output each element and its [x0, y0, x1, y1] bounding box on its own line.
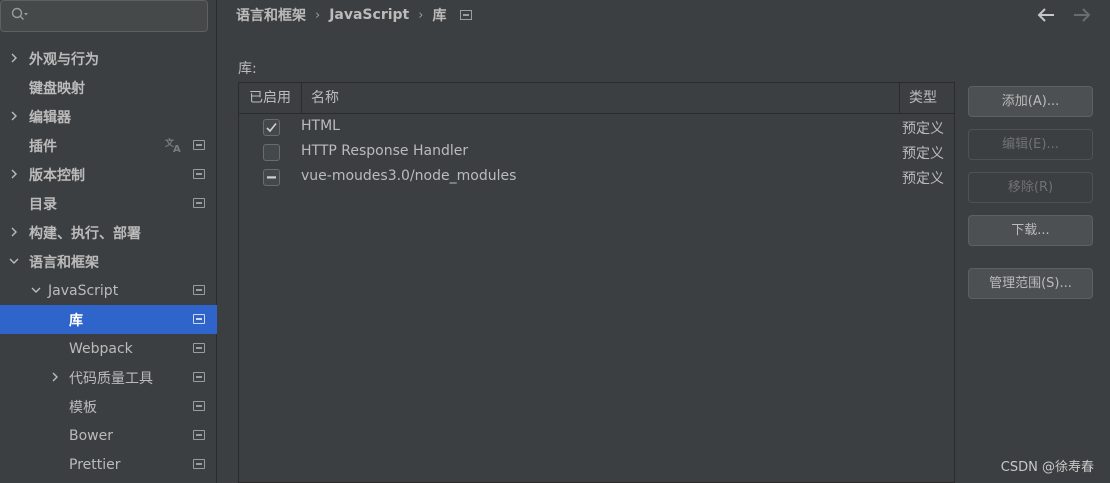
sidebar-item-label: Bower — [69, 427, 113, 444]
sidebar-item-code-quality[interactable]: 代码质量工具 — [0, 363, 217, 392]
manage-scope-button[interactable]: 管理范围(S)... — [968, 268, 1093, 299]
breadcrumb-separator: › — [315, 7, 321, 23]
sidebar-item-label: Webpack — [69, 340, 133, 357]
sidebar-item-label: 外观与行为 — [29, 51, 99, 68]
history-navigation — [1036, 4, 1092, 26]
project-scope-icon — [193, 343, 205, 353]
chevron-right-icon[interactable] — [9, 53, 19, 63]
sidebar-item-javascript[interactable]: JavaScript — [0, 276, 217, 305]
enable-checkbox[interactable] — [263, 144, 280, 161]
section-label: 库: — [238, 61, 257, 77]
table-header: 已启用 名称 类型 — [239, 83, 954, 114]
edit-button[interactable]: 编辑(E)... — [968, 129, 1093, 160]
project-scope-icon — [193, 314, 205, 324]
table-row[interactable]: HTML 预定义 — [239, 115, 954, 140]
sidebar-item-bower[interactable]: Bower — [0, 421, 217, 450]
libraries-table: 已启用 名称 类型 HTML 预定义 HTTP Response Handler… — [238, 82, 955, 483]
sidebar-item-label: 键盘映射 — [29, 80, 85, 97]
chevron-right-icon[interactable] — [9, 111, 19, 121]
sidebar-item-keymap[interactable]: 键盘映射 — [0, 73, 217, 102]
settings-tree: 外观与行为 键盘映射 编辑器 插件 文 A 版本控制 目录 构建、执行、部署 语… — [0, 44, 217, 479]
sidebar-item-label: 插件 — [29, 138, 57, 155]
chevron-right-icon[interactable] — [9, 169, 19, 179]
remove-button[interactable]: 移除(R) — [968, 172, 1093, 203]
project-scope-icon — [193, 459, 205, 469]
back-arrow-icon[interactable] — [1036, 4, 1056, 26]
library-name: vue-moudes3.0/node_modules — [301, 168, 517, 184]
project-scope-icon — [460, 10, 473, 20]
search-field[interactable] — [0, 0, 208, 32]
library-name: HTML — [301, 118, 340, 134]
column-header-name[interactable]: 名称 — [311, 83, 339, 114]
library-type: 预定义 — [902, 146, 944, 162]
svg-text:A: A — [173, 144, 181, 153]
sidebar-item-label: 代码质量工具 — [69, 370, 153, 387]
add-button[interactable]: 添加(A)... — [968, 86, 1093, 117]
library-type: 预定义 — [902, 171, 944, 187]
sidebar-item-label: 语言和框架 — [29, 254, 99, 271]
sidebar-item-prettier[interactable]: Prettier — [0, 450, 217, 479]
project-scope-icon — [193, 169, 205, 179]
table-row[interactable]: HTTP Response Handler 预定义 — [239, 140, 954, 165]
sidebar-item-label: 编辑器 — [29, 109, 71, 126]
project-scope-icon — [193, 372, 205, 382]
breadcrumb-item: 库 — [432, 8, 447, 24]
sidebar-item-directories[interactable]: 目录 — [0, 189, 217, 218]
library-name: HTTP Response Handler — [301, 143, 469, 159]
column-header-type[interactable]: 类型 — [909, 83, 937, 114]
sidebar-item-editor[interactable]: 编辑器 — [0, 102, 217, 131]
settings-sidebar: 外观与行为 键盘映射 编辑器 插件 文 A 版本控制 目录 构建、执行、部署 语… — [0, 0, 217, 483]
sidebar-item-label: 版本控制 — [29, 167, 85, 184]
sidebar-item-languages[interactable]: 语言和框架 — [0, 247, 217, 276]
project-scope-icon — [193, 401, 205, 411]
search-input[interactable] — [33, 8, 183, 24]
sidebar-item-label: JavaScript — [48, 282, 119, 299]
sidebar-item-label: 模板 — [69, 399, 97, 416]
chevron-right-icon[interactable] — [9, 227, 19, 237]
column-divider[interactable] — [301, 83, 302, 114]
project-scope-icon — [193, 285, 205, 295]
breadcrumb-item[interactable]: JavaScript — [329, 7, 409, 23]
chevron-down-icon[interactable] — [31, 285, 41, 295]
search-icon — [11, 7, 29, 25]
column-header-enabled[interactable]: 已启用 — [249, 83, 291, 114]
sidebar-item-appearance[interactable]: 外观与行为 — [0, 44, 217, 73]
sidebar-item-label: 构建、执行、部署 — [29, 225, 141, 242]
sidebar-item-version-control[interactable]: 版本控制 — [0, 160, 217, 189]
project-scope-icon — [193, 430, 205, 440]
breadcrumb-item[interactable]: 语言和框架 — [236, 5, 306, 25]
project-scope-icon — [193, 198, 205, 208]
breadcrumb: 语言和框架 › JavaScript › 库 — [236, 4, 473, 26]
chevron-down-icon[interactable] — [9, 256, 19, 266]
sidebar-item-label: 目录 — [29, 196, 57, 213]
breadcrumb-separator: › — [418, 7, 424, 23]
chevron-right-icon[interactable] — [50, 372, 60, 382]
table-row[interactable]: vue-moudes3.0/node_modules 预定义 — [239, 165, 954, 190]
download-button[interactable]: 下载... — [968, 215, 1093, 246]
translate-icon: 文 A — [164, 137, 183, 155]
checkmark-icon — [266, 123, 277, 133]
forward-arrow-icon[interactable] — [1072, 4, 1092, 26]
settings-window: 外观与行为 键盘映射 编辑器 插件 文 A 版本控制 目录 构建、执行、部署 语… — [0, 0, 1110, 483]
sidebar-item-plugins[interactable]: 插件 文 A — [0, 131, 217, 160]
sidebar-item-templates[interactable]: 模板 — [0, 392, 217, 421]
project-scope-icon — [193, 140, 205, 150]
sidebar-item-build[interactable]: 构建、执行、部署 — [0, 218, 217, 247]
enable-checkbox[interactable] — [263, 169, 280, 186]
indeterminate-icon — [267, 176, 276, 179]
sidebar-item-label: 库 — [69, 312, 83, 329]
library-type: 预定义 — [902, 121, 944, 137]
sidebar-item-libraries[interactable]: 库 — [0, 305, 217, 334]
enable-checkbox[interactable] — [263, 119, 280, 136]
sidebar-item-webpack[interactable]: Webpack — [0, 334, 217, 363]
sidebar-item-label: Prettier — [69, 456, 121, 473]
column-divider[interactable] — [899, 83, 900, 114]
watermark: CSDN @徐寿春 — [1000, 460, 1094, 475]
